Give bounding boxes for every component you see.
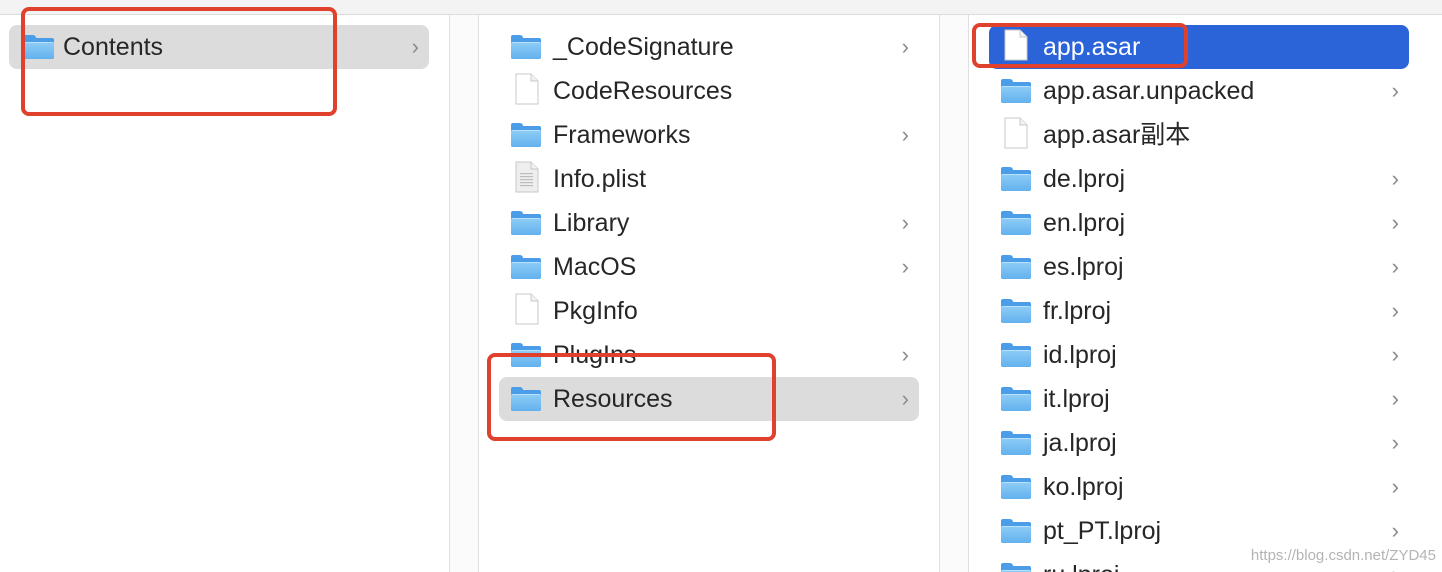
folder-icon xyxy=(511,255,541,279)
chevron-right-icon: › xyxy=(1391,254,1399,279)
chevron-right-icon: › xyxy=(901,386,909,411)
finder-row-pkginfo[interactable]: PkgInfo xyxy=(499,289,919,333)
row-label: ja.lproj xyxy=(1043,429,1117,457)
chevron-right-icon: › xyxy=(1391,78,1399,103)
folder-icon xyxy=(1001,519,1031,543)
row-label: id.lproj xyxy=(1043,341,1117,369)
folder-icon xyxy=(1001,563,1031,572)
row-label: es.lproj xyxy=(1043,253,1124,281)
folder-icon xyxy=(1001,475,1031,499)
chevron-right-icon: › xyxy=(1391,474,1399,499)
row-label: app.asar副本 xyxy=(1043,121,1191,149)
row-label: Frameworks xyxy=(553,121,691,149)
folder-icon xyxy=(1001,387,1031,411)
folder-icon xyxy=(1001,79,1031,103)
chevron-right-icon: › xyxy=(1391,386,1399,411)
row-label: app.asar.unpacked xyxy=(1043,77,1255,105)
finder-row-it-lproj[interactable]: it.lproj › xyxy=(989,377,1409,421)
finder-row-en-lproj[interactable]: en.lproj › xyxy=(989,201,1409,245)
finder-row-codesignature[interactable]: _CodeSignature › xyxy=(499,25,919,69)
row-label: it.lproj xyxy=(1043,385,1110,413)
column-3[interactable]: app.asar app.asar.unpacked › app.asar副本 de.l… xyxy=(970,15,1442,572)
finder-row-frameworks[interactable]: Frameworks › xyxy=(499,113,919,157)
finder-row-library[interactable]: Library › xyxy=(499,201,919,245)
chevron-right-icon: › xyxy=(1391,166,1399,191)
watermark: https://blog.csdn.net/ZYD45 xyxy=(1250,547,1436,564)
finder-row-id-lproj[interactable]: id.lproj › xyxy=(989,333,1409,377)
column-divider[interactable] xyxy=(449,15,479,572)
finder-row-app-asar-unpacked[interactable]: app.asar.unpacked › xyxy=(989,69,1409,113)
row-label: ko.lproj xyxy=(1043,473,1124,501)
row-label: Info.plist xyxy=(553,165,647,193)
document-icon xyxy=(515,293,539,325)
plist-file-icon xyxy=(515,161,539,193)
folder-icon xyxy=(1001,431,1031,455)
folder-icon xyxy=(1001,167,1031,191)
folder-icon xyxy=(1001,299,1031,323)
chevron-right-icon: › xyxy=(901,122,909,147)
folder-icon xyxy=(511,123,541,147)
folder-icon xyxy=(1001,343,1031,367)
row-label: fr.lproj xyxy=(1043,297,1112,325)
document-icon xyxy=(1004,117,1028,149)
column-2[interactable]: _CodeSignature › CodeResources Frameworks › I… xyxy=(480,15,939,572)
row-label: ru.lproj xyxy=(1043,553,1119,572)
column-divider[interactable] xyxy=(939,15,969,572)
chevron-right-icon: › xyxy=(901,210,909,235)
finder-row-es-lproj[interactable]: es.lproj › xyxy=(989,245,1409,289)
chevron-right-icon: › xyxy=(901,342,909,367)
finder-row-app-asar[interactable]: app.asar副本 xyxy=(989,113,1409,157)
row-label: pt_PT.lproj xyxy=(1043,517,1162,545)
folder-icon xyxy=(511,211,541,235)
chevron-right-icon: › xyxy=(1391,430,1399,455)
finder-row-fr-lproj[interactable]: fr.lproj › xyxy=(989,289,1409,333)
row-label: CodeResources xyxy=(553,77,733,105)
folder-icon xyxy=(1001,255,1031,279)
chevron-right-icon: › xyxy=(411,34,419,59)
finder-row-info-plist[interactable]: Info.plist xyxy=(499,157,919,201)
chevron-right-icon: › xyxy=(901,34,909,59)
finder-row-coderesources[interactable]: CodeResources xyxy=(499,69,919,113)
chevron-right-icon: › xyxy=(901,254,909,279)
annotation-box-app-asar xyxy=(972,23,1188,68)
row-label: de.lproj xyxy=(1043,165,1125,193)
row-label: _CodeSignature xyxy=(553,33,734,61)
annotation-box-resources xyxy=(487,353,776,441)
finder-row-ko-lproj[interactable]: ko.lproj › xyxy=(989,465,1409,509)
row-label: PkgInfo xyxy=(553,297,638,325)
chevron-right-icon: › xyxy=(1391,210,1399,235)
document-icon xyxy=(515,73,539,105)
chevron-right-icon: › xyxy=(1391,342,1399,367)
finder-row-de-lproj[interactable]: de.lproj › xyxy=(989,157,1409,201)
folder-icon xyxy=(511,35,541,59)
chevron-right-icon: › xyxy=(1391,298,1399,323)
annotation-box-contents xyxy=(21,7,337,116)
folder-icon xyxy=(1001,211,1031,235)
row-label: en.lproj xyxy=(1043,209,1125,237)
row-label: MacOS xyxy=(553,253,637,281)
row-label: Library xyxy=(553,209,630,237)
finder-row-macos[interactable]: MacOS › xyxy=(499,245,919,289)
finder-row-ja-lproj[interactable]: ja.lproj › xyxy=(989,421,1409,465)
